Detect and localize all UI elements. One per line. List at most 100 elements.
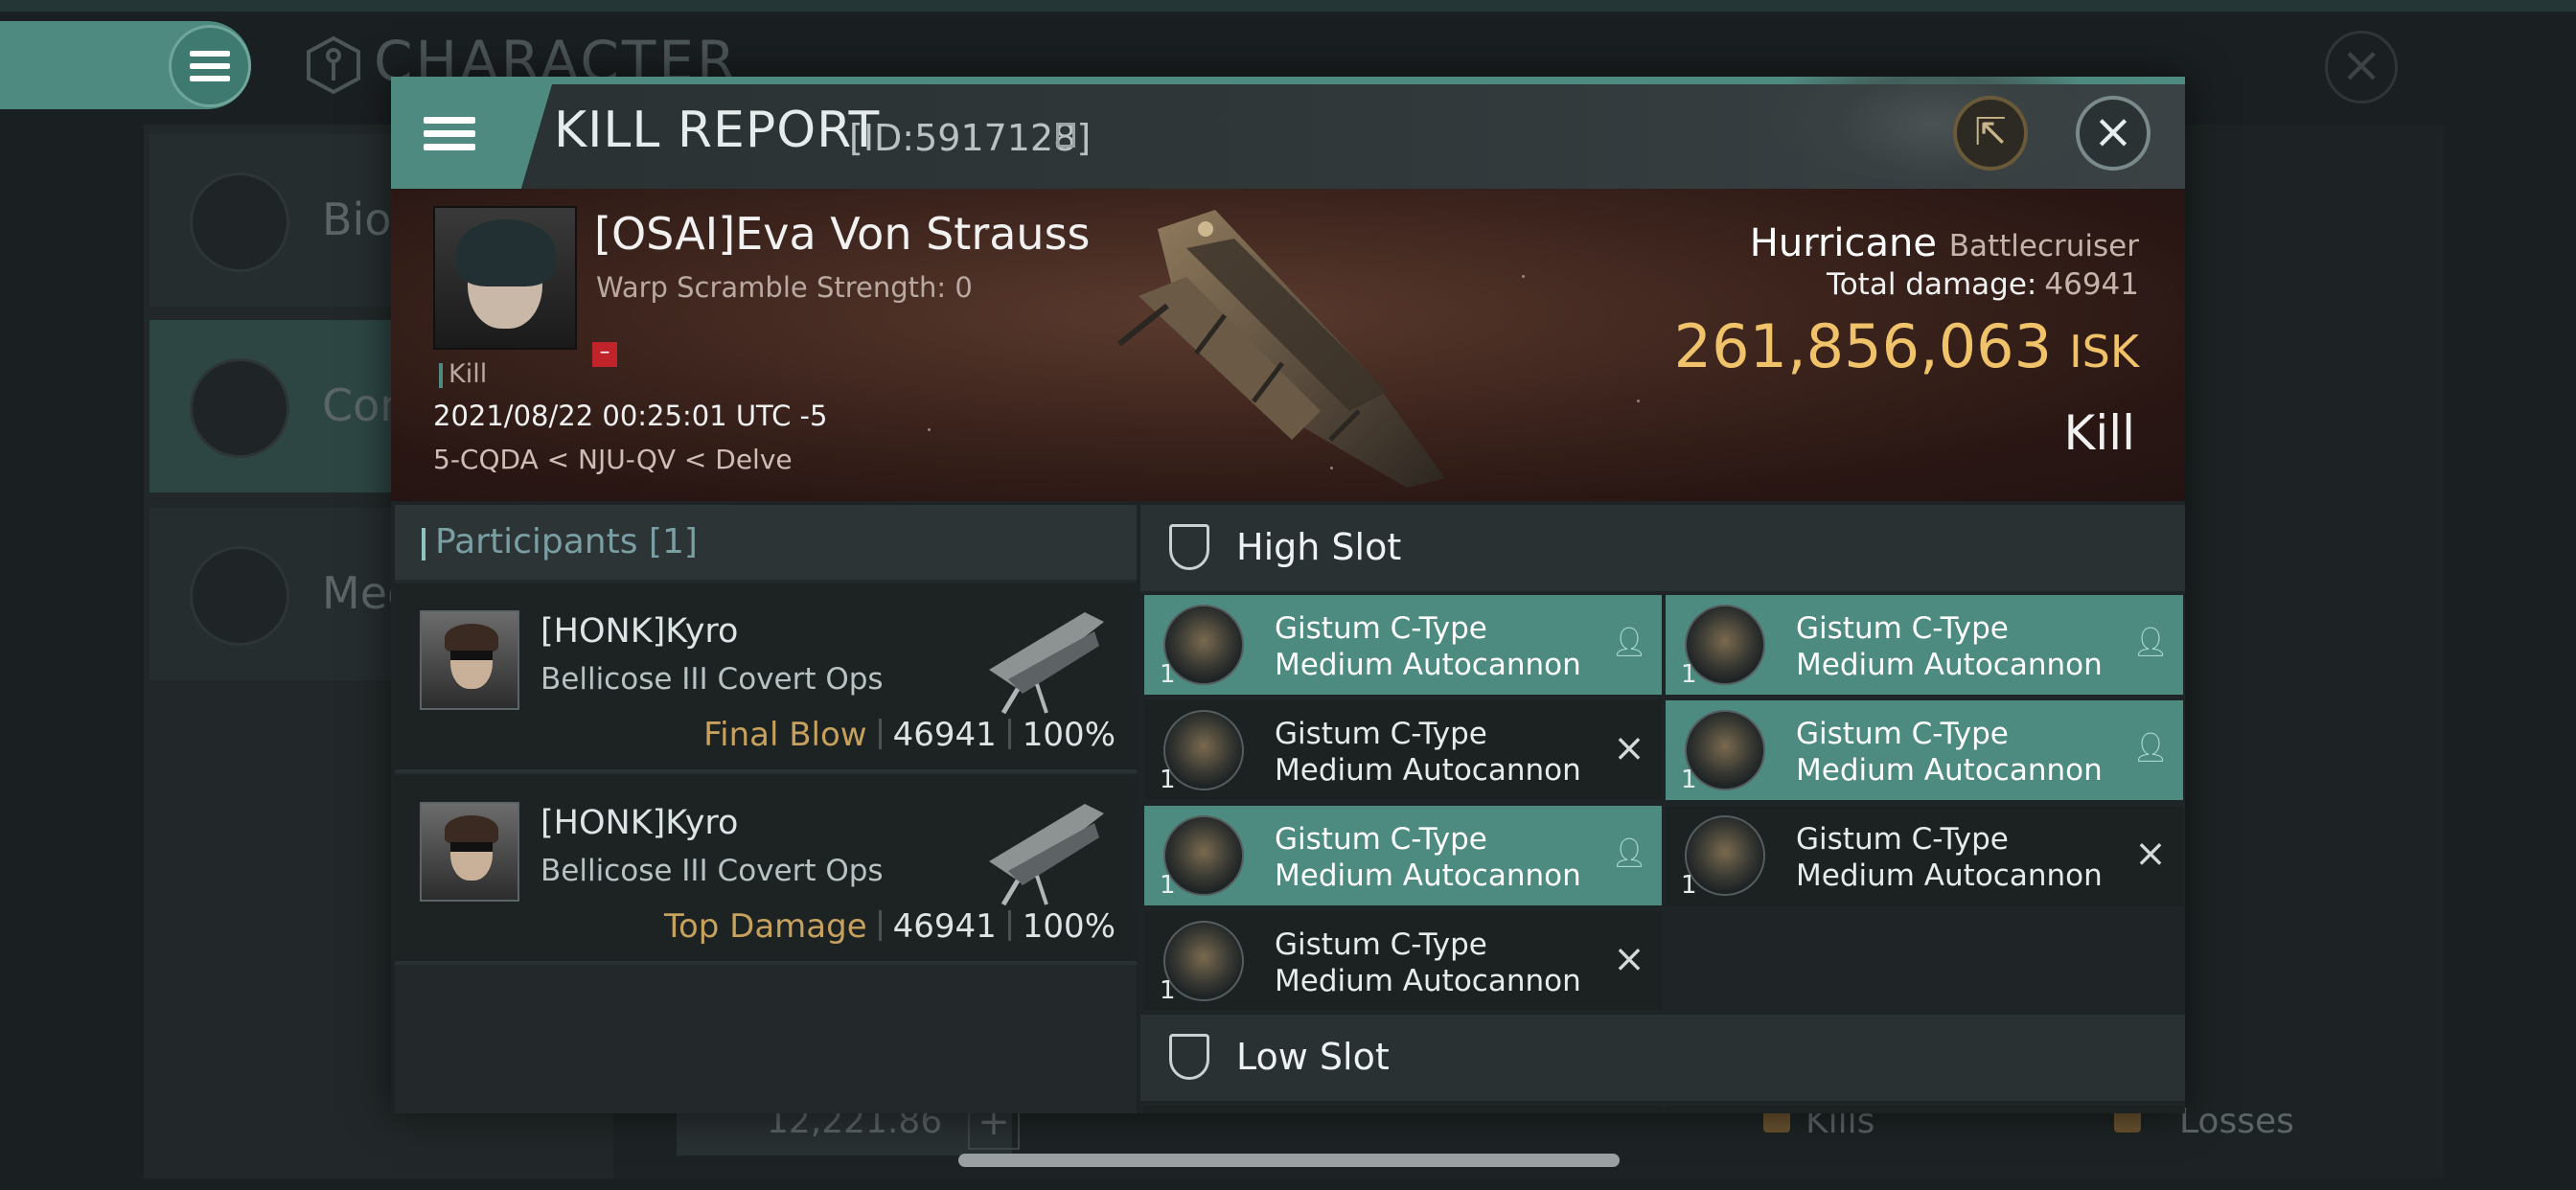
modal-title: KILL REPORT <box>554 102 881 159</box>
kill-tag: Kill <box>448 359 488 389</box>
isk-amount: 261,856,063 <box>1673 311 2053 381</box>
person-icon: 👤︎ <box>1610 836 1648 870</box>
copy-icon[interactable] <box>1056 123 1075 148</box>
weapon-icon <box>989 612 1104 715</box>
close-button[interactable]: × <box>2076 96 2150 171</box>
participant-ship: Bellicose III Covert Ops <box>540 854 884 888</box>
character-icon <box>307 35 360 95</box>
high-slot-header: High Slot <box>1140 505 2185 591</box>
close-icon: × <box>2093 103 2133 159</box>
module-slot[interactable]: 1 Gistum C-Type Medium Autocannon × <box>1666 806 2183 905</box>
module-slot[interactable]: 1 Gistum C-Type Medium Autocannon 👤︎ <box>1666 700 2183 800</box>
total-damage-label: Total damage: <box>1827 267 2037 302</box>
high-slot-label: High Slot <box>1236 526 1402 568</box>
module-name: Gistum C-Type Medium Autocannon <box>1796 611 2103 682</box>
loss-badge-icon: – <box>592 342 617 367</box>
avatar <box>420 802 519 902</box>
module-qty: 1 <box>1160 766 1176 794</box>
module-name: Gistum C-Type Medium Autocannon <box>1796 822 2103 893</box>
module-name: Gistum C-Type Medium Autocannon <box>1796 717 2103 788</box>
module-name: Gistum C-Type Medium Autocannon <box>1275 927 1581 998</box>
low-slot-icon <box>1169 1034 1209 1080</box>
bg-close-button[interactable]: × <box>2325 31 2398 103</box>
person-icon: 👤︎ <box>2131 731 2170 765</box>
autocannon-icon <box>1163 921 1244 1001</box>
kill-tag-marker <box>439 363 443 388</box>
fitting-panel: High Slot 1 Gistum C-Type Medium Autocann… <box>1140 505 2185 1113</box>
share-button[interactable]: ⇱ <box>1953 96 2028 171</box>
hamburger-icon <box>190 51 230 81</box>
module-slot[interactable]: 1 Gistum C-Type Medium Autocannon 👤︎ <box>1144 595 1662 695</box>
isk-unit: ISK <box>2069 326 2139 378</box>
module-slot[interactable]: 1 Gistum C-Type Medium Autocannon × <box>1144 911 1662 1011</box>
victim-banner: – [OSAI]Eva Von Strauss Warp Scramble St… <box>391 189 2185 501</box>
main-menu-button[interactable] <box>169 25 251 107</box>
kill-report-modal: KILL REPORT [ID:5917128] ⇱ × – [OSAI]Eva… <box>391 77 2185 1113</box>
low-slot-header: Low Slot <box>1140 1015 2185 1101</box>
ship-name[interactable]: Hurricane Battlecruiser <box>1750 221 2139 265</box>
kill-location[interactable]: 5-CQDA < NJU-QV < Delve <box>433 444 793 475</box>
module-name: Gistum C-Type Medium Autocannon <box>1275 611 1581 682</box>
header-marker <box>422 528 426 561</box>
hamburger-icon <box>424 117 475 150</box>
losses-label: Losses <box>2179 1102 2294 1141</box>
x-icon: × <box>1613 726 1645 770</box>
tab-label: Bio <box>322 194 392 245</box>
ship-type: Hurricane <box>1749 221 1937 265</box>
autocannon-icon <box>1163 605 1244 685</box>
autocannon-icon <box>1163 710 1244 790</box>
autocannon-icon <box>1685 815 1765 896</box>
top-bar <box>0 0 2576 11</box>
x-icon: × <box>2134 832 2167 876</box>
person-icon: 👤︎ <box>1610 626 1648 659</box>
module-qty: 1 <box>1681 766 1697 794</box>
person-icon: 👤︎ <box>2131 626 2170 659</box>
participants-panel: Participants [1] [HONK]Kyro Bellicose II… <box>395 505 1137 1113</box>
result-label: Kill <box>2063 405 2135 461</box>
participant-row[interactable]: [HONK]Kyro Bellicose III Covert Ops Fina… <box>395 584 1137 773</box>
participant-percent: 100% <box>1022 716 1116 754</box>
participant-stats: Final Blow 46941 100% <box>703 716 1116 754</box>
victim-portrait[interactable]: – <box>433 206 617 367</box>
participant-damage: 46941 <box>892 907 997 946</box>
total-damage-value: 46941 <box>2044 267 2139 302</box>
portrait-hair <box>456 219 556 286</box>
module-name: Gistum C-Type Medium Autocannon <box>1275 717 1581 788</box>
ship-class: Battlecruiser <box>1948 229 2139 263</box>
autocannon-icon <box>1685 605 1765 685</box>
participant-name: [HONK]Kyro <box>540 612 739 651</box>
participant-percent: 100% <box>1022 907 1116 946</box>
star-badge-icon <box>190 546 289 646</box>
kill-id: [ID:5917128] <box>849 117 1092 159</box>
module-qty: 1 <box>1681 660 1697 689</box>
module-qty: 1 <box>1160 660 1176 689</box>
participant-stats: Top Damage 46941 100% <box>664 907 1116 946</box>
avatar-glasses <box>450 842 493 852</box>
weapon-icon <box>989 804 1104 906</box>
participants-header: Participants [1] <box>395 505 1137 580</box>
list-icon <box>190 172 289 272</box>
module-slot[interactable]: 1 Gistum C-Type Medium Autocannon 👤︎ <box>1666 595 2183 695</box>
external-link-icon: ⇱ <box>1974 110 2007 154</box>
kill-datetime: 2021/08/22 00:25:01 UTC -5 <box>433 400 828 432</box>
home-indicator[interactable] <box>958 1154 1620 1167</box>
autocannon-icon <box>1685 710 1765 790</box>
module-name: Gistum C-Type Medium Autocannon <box>1275 822 1581 893</box>
participant-damage: 46941 <box>892 716 997 754</box>
avatar <box>420 610 519 710</box>
final-blow-tag: Final Blow <box>703 716 867 754</box>
module-slot[interactable] <box>1144 1105 1662 1113</box>
participant-name: [HONK]Kyro <box>540 804 739 842</box>
isk-value: 261,856,063 ISK <box>1674 311 2139 381</box>
module-qty: 1 <box>1160 871 1176 900</box>
autocannon-icon <box>1163 815 1244 896</box>
participant-row[interactable]: [HONK]Kyro Bellicose III Covert Ops Top … <box>395 775 1137 965</box>
module-slot[interactable]: 1 Gistum C-Type Medium Autocannon 👤︎ <box>1144 806 1662 905</box>
x-icon: × <box>1613 937 1645 981</box>
ship-image <box>1117 210 1445 488</box>
module-slot[interactable] <box>1666 1105 2183 1113</box>
module-slot[interactable]: 1 Gistum C-Type Medium Autocannon × <box>1144 700 1662 800</box>
victim-name[interactable]: [OSAI]Eva Von Strauss <box>594 208 1091 260</box>
crossed-swords-icon <box>190 358 289 458</box>
participants-title: Participants [1] <box>435 522 698 561</box>
